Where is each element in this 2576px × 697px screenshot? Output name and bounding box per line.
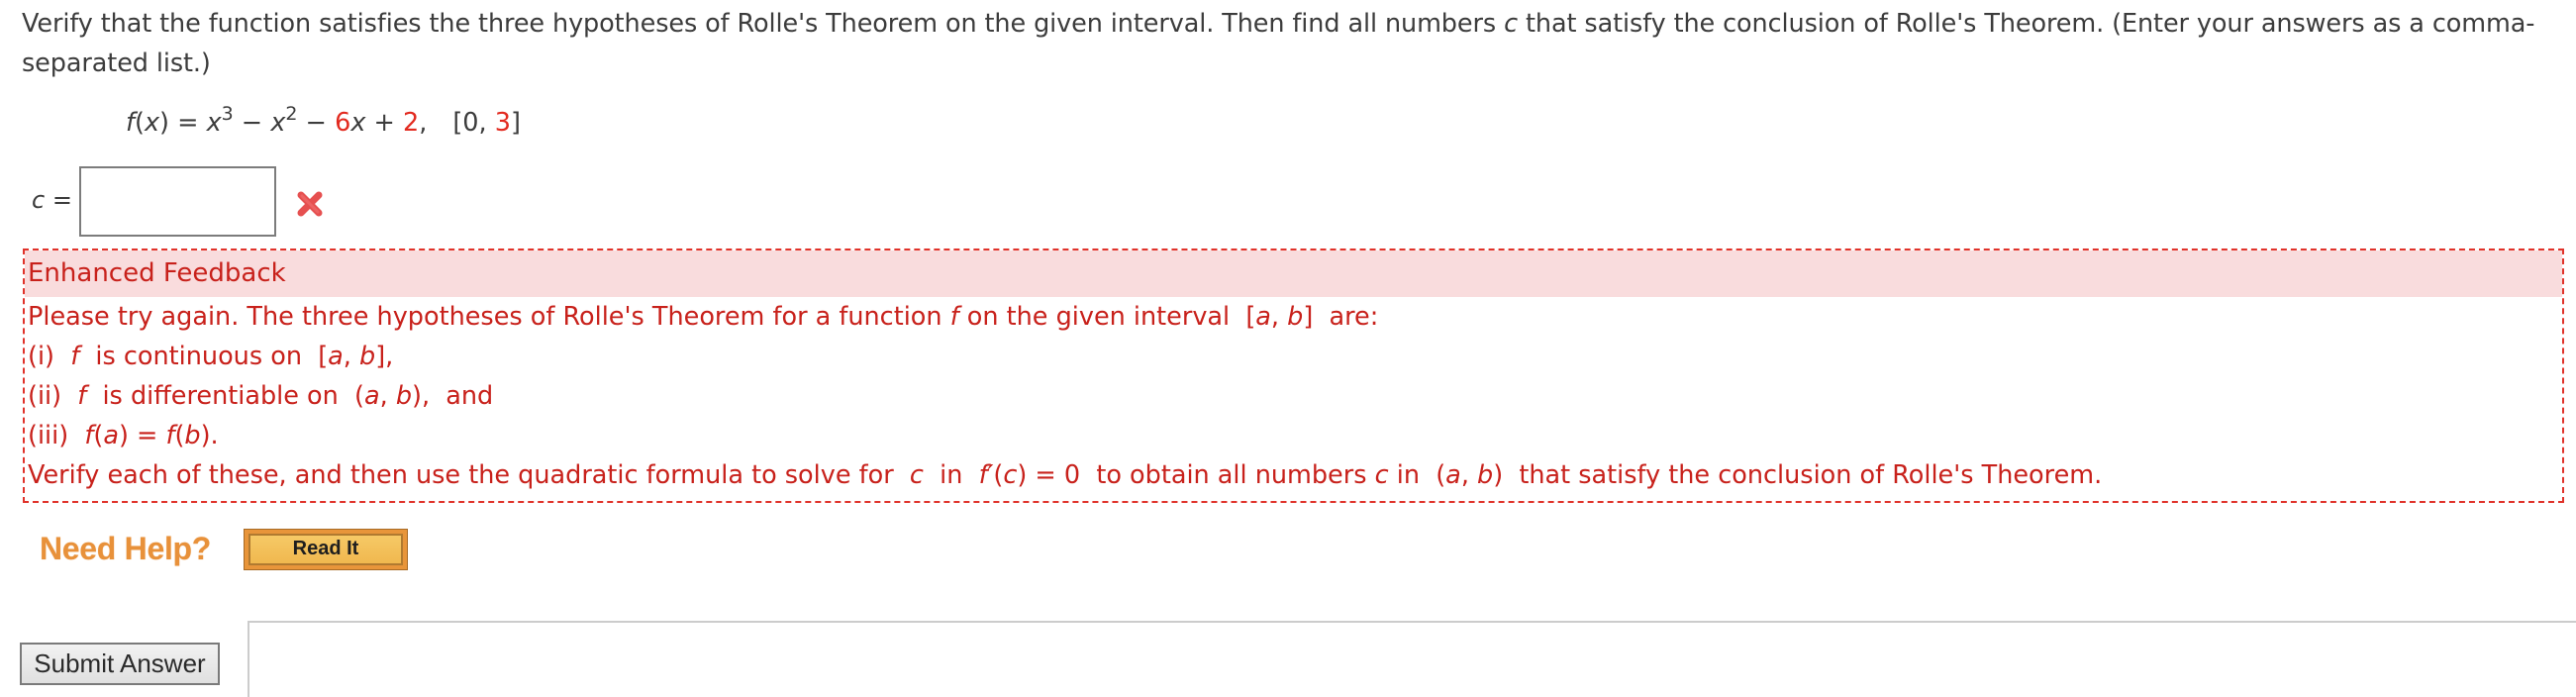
text: ) that satisfy the conclusion of Rolle's… (1493, 460, 2103, 490)
interval: [0, 3] (452, 108, 521, 138)
variable-c: c (32, 186, 46, 214)
text: ], (375, 342, 394, 371)
feedback-line: (i) f is continuous on [a, b], (28, 337, 2562, 376)
text: in ( (1388, 460, 1446, 490)
exponent: 2 (285, 102, 298, 125)
var-a: a (1255, 302, 1271, 332)
text: is continuous on [ (79, 342, 329, 371)
exponent: 3 (221, 102, 234, 125)
interval-end: 3 (494, 108, 511, 138)
var-x: x (144, 108, 160, 138)
variable-c: c (1504, 9, 1518, 39)
read-it-button[interactable]: Read It (244, 529, 408, 570)
var-b: b (1287, 302, 1304, 332)
read-it-label: Read It (248, 534, 403, 565)
var-f: f (949, 302, 959, 332)
var-c: c (1003, 460, 1018, 490)
text: , (1270, 302, 1288, 332)
var-c: c (1374, 460, 1389, 490)
var-f: f (84, 421, 94, 450)
text: ), and (412, 381, 494, 411)
var-f: f (77, 381, 87, 411)
text: ) = (118, 421, 166, 450)
var-c: c (909, 460, 924, 490)
incorrect-x-icon (297, 191, 323, 217)
var-b: b (1477, 460, 1494, 490)
var-b: b (184, 421, 201, 450)
text: (iii) (28, 421, 85, 450)
text: , (1460, 460, 1478, 490)
text: ] are: (1303, 302, 1379, 332)
randomized-constant: 2 (403, 108, 420, 138)
paren: ( (134, 108, 145, 138)
text: (i) (28, 342, 71, 371)
var-a: a (103, 421, 119, 450)
text: on the given interval [ (958, 302, 1256, 332)
var-a: a (1445, 460, 1461, 490)
bracket: ] (510, 108, 521, 138)
text: ( (93, 421, 104, 450)
function-formula: f(x) = x3 − x2 − 6x + 2, [0, 3] (126, 103, 521, 143)
feedback-line: (ii) f is differentiable on (a, b), and (28, 376, 2562, 416)
fn-name: f (126, 108, 135, 138)
response-panel (248, 621, 2576, 697)
comma: , (419, 108, 428, 138)
feedback-body: Please try again. The three hypotheses o… (25, 297, 2562, 495)
text: is differentiable on ( (86, 381, 364, 411)
var-x: x (206, 108, 222, 138)
text: ( (993, 460, 1004, 490)
need-help-label: Need Help? (40, 531, 212, 566)
answer-input[interactable] (79, 166, 276, 237)
feedback-header: Enhanced Feedback (25, 250, 2562, 297)
var-x: x (270, 108, 286, 138)
text: Verify each of these, and then use the q… (28, 460, 910, 490)
minus-sign: − (233, 108, 271, 138)
plus-sign: + (365, 108, 403, 138)
var-x: x (350, 108, 366, 138)
var-f-prime: f′ (978, 460, 994, 490)
answer-label: c = (32, 186, 72, 214)
minus-sign: − (297, 108, 336, 138)
var-a: a (328, 342, 344, 371)
paren: ) (159, 108, 169, 138)
text: ) = 0 to obtain all numbers (1017, 460, 1375, 490)
feedback-line: Verify each of these, and then use the q… (28, 455, 2562, 495)
feedback-line: (iii) f(a) = f(b). (28, 416, 2562, 455)
question-text: Verify that the function satisfies the t… (22, 9, 1505, 39)
randomized-coefficient: 6 (335, 108, 351, 138)
submit-answer-button[interactable]: Submit Answer (20, 643, 220, 685)
text: ). (200, 421, 219, 450)
var-a: a (363, 381, 380, 411)
interval-start: [0, (452, 108, 495, 138)
enhanced-feedback-box: Enhanced Feedback Please try again. The … (23, 249, 2564, 503)
text: ( (174, 421, 185, 450)
text: Please try again. The three hypotheses o… (28, 302, 950, 332)
text: in (923, 460, 979, 490)
var-f: f (70, 342, 80, 371)
text: , (379, 381, 396, 411)
equals-sign: = (45, 186, 72, 214)
var-b: b (395, 381, 412, 411)
feedback-line: Please try again. The three hypotheses o… (28, 297, 2562, 337)
text: (ii) (28, 381, 78, 411)
text: , (343, 342, 360, 371)
var-b: b (359, 342, 376, 371)
equals-sign: = (168, 108, 207, 138)
question-prompt: Verify that the function satisfies the t… (22, 4, 2536, 83)
